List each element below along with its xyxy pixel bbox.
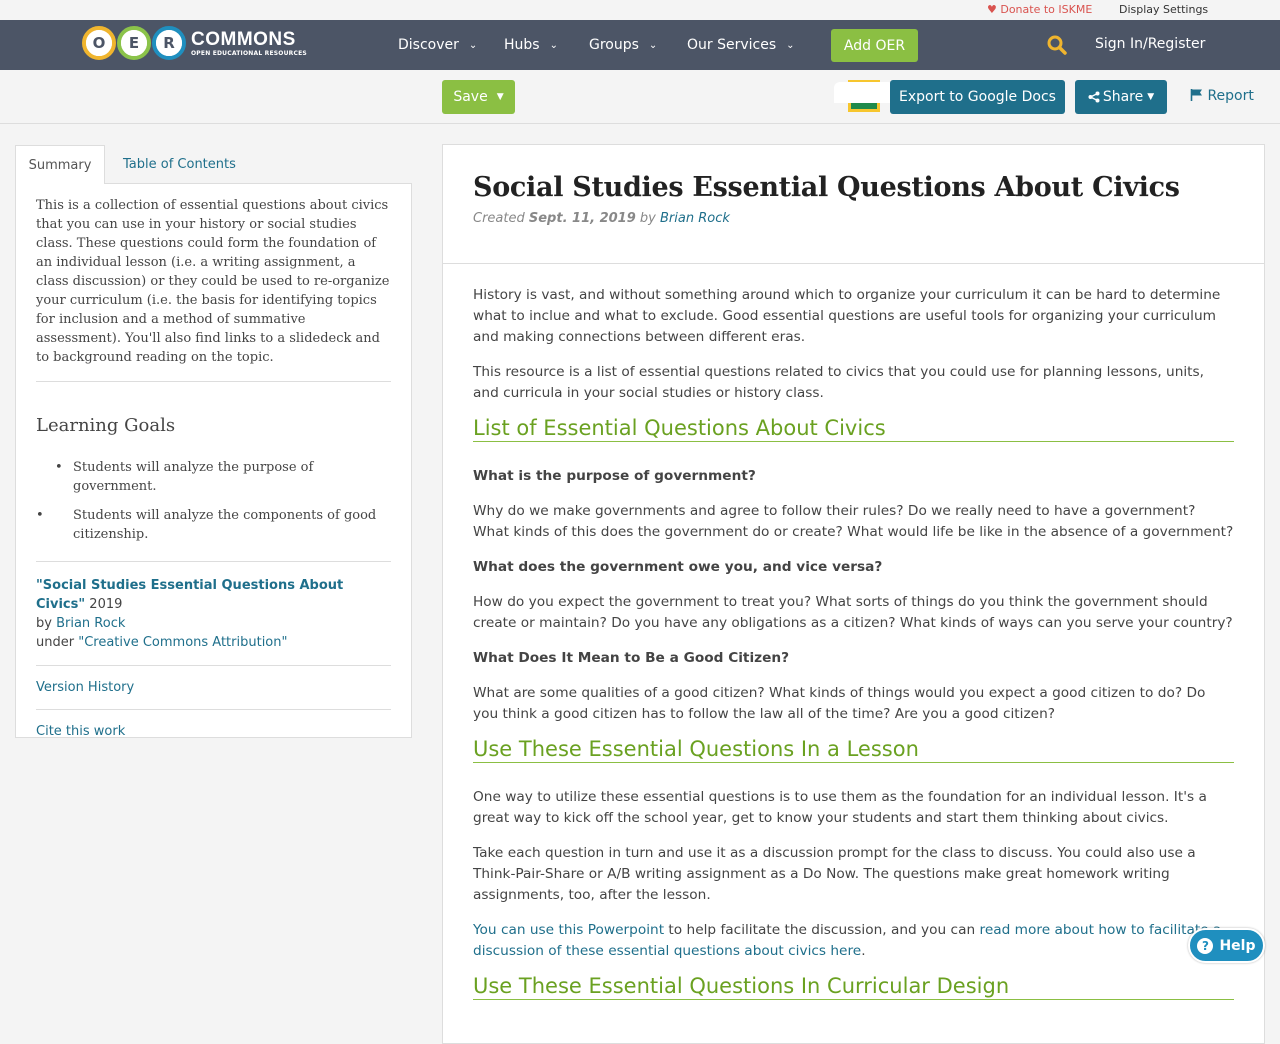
oer-commons-logo[interactable]: O E R COMMONS OPEN EDUCATIONAL RESOURCES	[82, 26, 307, 60]
chevron-down-icon: ⌄	[648, 40, 658, 51]
chevron-down-icon: ⌄	[468, 40, 478, 51]
summary-panel: This is a collection of essential questi…	[15, 183, 412, 739]
question-heading: What Does It Mean to Be a Good Citizen?	[473, 650, 790, 666]
page-title: Social Studies Essential Questions About…	[473, 172, 1180, 203]
license-link[interactable]: "Creative Commons Attribution"	[78, 635, 287, 650]
main-navbar: O E R COMMONS OPEN EDUCATIONAL RESOURCES…	[0, 20, 1280, 70]
resource-header: Social Studies Essential Questions About…	[443, 145, 1264, 264]
help-button[interactable]: ? Help	[1188, 928, 1265, 963]
display-settings-link[interactable]: Display Settings	[1119, 3, 1208, 16]
version-history-row: Version History	[36, 665, 391, 709]
chevron-down-icon: ⌄	[549, 40, 558, 51]
resource-meta: Created Sept. 11, 2019 by Brian Rock	[473, 211, 730, 226]
resource-content: Social Studies Essential Questions About…	[442, 144, 1265, 1044]
add-oer-button[interactable]: Add OER	[831, 29, 918, 62]
share-icon	[1088, 91, 1100, 103]
question-heading: What does the government owe you, and vi…	[473, 559, 883, 575]
paragraph: What are some qualities of a good citize…	[473, 685, 1206, 722]
cite-row: Cite this work	[36, 709, 391, 753]
section-heading: List of Essential Questions About Civics	[473, 418, 1234, 442]
learning-goals-title: Learning Goals	[36, 415, 176, 436]
list-item: Students will analyze the purpose of gov…	[55, 458, 391, 496]
donate-link[interactable]: ♥ Donate to ISKME	[987, 3, 1092, 16]
logo-circle-r: R	[152, 26, 186, 60]
caret-down-icon: ▼	[1147, 92, 1155, 102]
left-tabs: Summary Table of Contents	[15, 145, 412, 184]
share-button[interactable]: Share ▼	[1075, 80, 1167, 114]
resource-body: History is vast, and without something a…	[443, 264, 1264, 1000]
nav-discover[interactable]: Discover ⌄	[398, 37, 477, 53]
paragraph: One way to utilize these essential quest…	[473, 789, 1207, 826]
version-history-link[interactable]: Version History	[36, 680, 134, 695]
caret-down-icon: ▼	[496, 92, 504, 102]
cite-link[interactable]: Cite this work	[36, 724, 125, 739]
paragraph: You can use this Powerpoint to help faci…	[473, 922, 1222, 959]
paragraph: History is vast, and without something a…	[473, 287, 1221, 345]
paragraph: Take each question in turn and use it as…	[473, 845, 1196, 903]
tab-summary[interactable]: Summary	[15, 145, 105, 184]
learning-goals-list: Students will analyze the purpose of gov…	[36, 458, 391, 544]
summary-text: This is a collection of essential questi…	[36, 196, 391, 382]
question-heading: What is the purpose of government?	[473, 468, 756, 484]
google-classroom-icon[interactable]	[834, 80, 894, 112]
nav-our-services[interactable]: Our Services ⌄	[687, 37, 795, 53]
utility-bar: ♥ Donate to ISKME Display Settings	[0, 0, 1280, 20]
divider	[36, 561, 391, 562]
flag-icon	[1190, 89, 1202, 101]
chevron-down-icon: ⌄	[786, 40, 795, 51]
nav-groups[interactable]: Groups ⌄	[589, 37, 657, 53]
save-button[interactable]: Save ▼	[442, 80, 515, 114]
section-heading: Use These Essential Questions In Curricu…	[473, 976, 1234, 1000]
search-icon[interactable]	[1047, 35, 1067, 55]
attribution: "Social Studies Essential Questions Abou…	[36, 578, 344, 650]
attribution-author-link[interactable]: Brian Rock	[56, 616, 125, 631]
logo-circle-e: E	[117, 26, 151, 60]
action-bar: Save ▼ Export to Google Docs Share ▼ Repor…	[0, 70, 1280, 124]
section-heading: Use These Essential Questions In a Lesso…	[473, 739, 1234, 763]
logo-wordmark: COMMONS OPEN EDUCATIONAL RESOURCES	[191, 28, 307, 57]
paragraph: How do you expect the government to trea…	[473, 594, 1233, 631]
attribution-title-link[interactable]: "Social Studies Essential Questions Abou…	[36, 578, 343, 612]
powerpoint-link[interactable]: You can use this Powerpoint	[473, 922, 664, 938]
export-google-docs-button[interactable]: Export to Google Docs	[890, 80, 1065, 114]
nav-hubs[interactable]: Hubs ⌄	[504, 37, 558, 53]
logo-circle-o: O	[82, 26, 116, 60]
author-link[interactable]: Brian Rock	[660, 211, 730, 226]
list-item: Students will analyze the components of …	[36, 506, 391, 544]
question-icon: ?	[1197, 937, 1214, 954]
sign-in-register-link[interactable]: Sign In/Register	[1095, 36, 1205, 52]
paragraph: This resource is a list of essential que…	[473, 364, 1205, 401]
tab-table-of-contents[interactable]: Table of Contents	[123, 145, 236, 184]
report-link[interactable]: Report	[1190, 88, 1254, 104]
paragraph: Why do we make governments and agree to …	[473, 503, 1234, 540]
